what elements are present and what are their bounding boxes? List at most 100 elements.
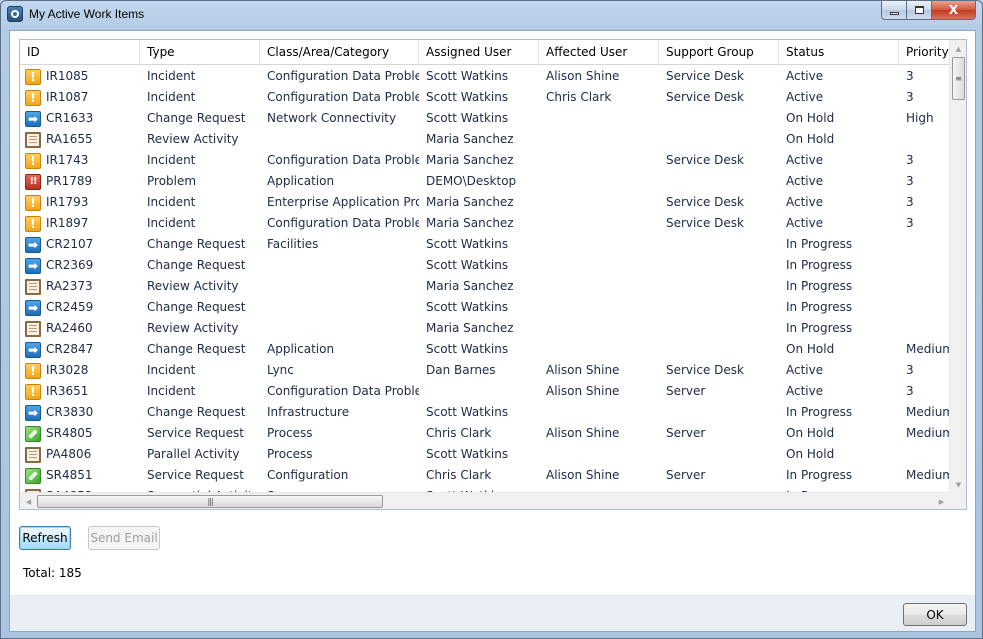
cell-assigned-user: Maria Sanchez	[426, 132, 514, 146]
column-header-priority[interactable]: Priority	[899, 40, 950, 65]
title-bar[interactable]: My Active Work Items X	[1, 1, 982, 29]
cell-priority: Medium	[906, 342, 950, 356]
cell-class: Process	[267, 447, 313, 461]
change-request-arrow-icon: ➡	[25, 110, 41, 127]
cell-type: Change Request	[147, 300, 246, 314]
cell-support-group: Service Desk	[666, 195, 744, 209]
cell-affected-user	[539, 171, 659, 192]
horizontal-scroll-thumb[interactable]: |||	[37, 495, 383, 508]
cell-affected-user	[539, 297, 659, 318]
work-item-id: CR2847	[46, 342, 94, 356]
table-row[interactable]: ! IR1087 Incident Configuration Data Proble…	[20, 87, 950, 108]
column-header-affected-user[interactable]: Affected User	[539, 40, 659, 65]
table-row[interactable]: RA1655 Review Activity Maria Sanchez On Hol…	[20, 129, 950, 150]
table-row[interactable]: ➡ CR2847 Change Request Application Scott Wa…	[20, 339, 950, 360]
column-header-status[interactable]: Status	[779, 40, 899, 65]
cell-class: Network Connectivity	[267, 111, 397, 125]
cell-type: Problem	[147, 174, 197, 188]
incident-warning-icon: !	[25, 362, 41, 379]
vertical-scrollbar[interactable]: ▲ ≡ ▼	[949, 40, 966, 493]
cell-status: In Progress	[786, 237, 853, 251]
vertical-scroll-thumb[interactable]: ≡	[952, 57, 965, 100]
cell-priority: 3	[906, 216, 914, 230]
cell-assigned-user: DEMO\Desktop	[426, 174, 517, 188]
send-email-button[interactable]: Send Email	[88, 526, 160, 550]
table-row[interactable]: ➡ CR2459 Change Request Scott Watkins In Pro…	[20, 297, 950, 318]
table-row[interactable]: ➡ CR1633 Change Request Network Connectivit…	[20, 108, 950, 129]
cell-id: ! IR1085	[20, 66, 140, 87]
cell-status: Active	[786, 69, 824, 83]
table-row[interactable]: !! PR1789 Problem Application DEMO\Desktop Ac…	[20, 171, 950, 192]
cell-assigned-user: Chris Clark	[426, 426, 492, 440]
table-row[interactable]: ➡ CR2107 Change Request Facilities Scott Wat…	[20, 234, 950, 255]
table-row[interactable]: RA2373 Review Activity Maria Sanchez In Pro…	[20, 276, 950, 297]
table-row[interactable]: ! IR3651 Incident Configuration Data Proble…	[20, 381, 950, 402]
minimize-button[interactable]	[881, 1, 907, 20]
scroll-right-arrow-icon[interactable]: ▶	[933, 493, 950, 509]
maximize-button[interactable]	[907, 1, 932, 20]
cell-status: Active	[786, 195, 824, 209]
table-row[interactable]: ➡ CR2369 Change Request Scott Watkins In Pro…	[20, 255, 950, 276]
table-row[interactable]: SR4851 Service Request Configuration Chris …	[20, 465, 950, 486]
column-header-support-group[interactable]: Support Group	[659, 40, 779, 65]
cell-type: Incident	[147, 195, 196, 209]
cell-priority	[899, 276, 950, 297]
ok-button[interactable]: OK	[903, 603, 967, 626]
column-header-assigned-user[interactable]: Assigned User	[419, 40, 539, 65]
cell-affected-user	[539, 150, 659, 171]
cell-affected-user	[539, 276, 659, 297]
table-row[interactable]: ! IR1085 Incident Configuration Data Proble…	[20, 66, 950, 87]
cell-assigned-user: Scott Watkins	[426, 342, 509, 356]
cell-priority	[899, 318, 950, 339]
cell-type: Review Activity	[147, 132, 239, 146]
cell-support-group: Service Desk	[666, 90, 744, 104]
cell-priority: Medium	[906, 405, 950, 419]
cell-class: Application	[267, 342, 335, 356]
column-header-type[interactable]: Type	[140, 40, 260, 65]
cell-id: ➡ CR2459	[20, 297, 140, 318]
cell-id: ➡ CR2369	[20, 255, 140, 276]
cell-id: ➡ CR2847	[20, 339, 140, 360]
table-row[interactable]: ! IR1743 Incident Configuration Data Proble…	[20, 150, 950, 171]
incident-warning-icon: !	[25, 383, 41, 400]
incident-warning-icon: !	[25, 68, 41, 85]
scroll-left-arrow-icon[interactable]: ◀	[20, 493, 37, 509]
table-row[interactable]: ➡ CR3830 Change Request Infrastructure Scott…	[20, 402, 950, 423]
refresh-button[interactable]: Refresh	[19, 526, 71, 550]
change-request-arrow-icon: ➡	[25, 299, 41, 316]
work-item-id: PR1789	[46, 174, 93, 188]
close-button[interactable]: X	[932, 1, 976, 20]
change-request-arrow-icon: ➡	[25, 341, 41, 358]
column-header-id[interactable]: ID	[20, 40, 140, 65]
scroll-down-arrow-icon[interactable]: ▼	[950, 476, 966, 493]
work-item-id: SR4805	[46, 426, 93, 440]
cell-status: On Hold	[786, 132, 835, 146]
cell-status: Active	[786, 363, 824, 377]
table-row[interactable]: ! IR1897 Incident Configuration Data Proble…	[20, 213, 950, 234]
table-row[interactable]: ! IR1793 Incident Enterprise Application Pr…	[20, 192, 950, 213]
cell-support-group: Server	[666, 468, 706, 482]
cell-priority: 3	[906, 90, 914, 104]
cell-priority	[899, 129, 950, 150]
table-row[interactable]: RA2460 Review Activity Maria Sanchez In Pro…	[20, 318, 950, 339]
cell-affected-user	[539, 402, 659, 423]
horizontal-scrollbar[interactable]: ◀ ||| ▶	[20, 492, 950, 509]
grid-rows: ! IR1085 Incident Configuration Data Proble…	[20, 66, 950, 493]
cell-support-group	[659, 171, 779, 192]
cell-support-group	[659, 234, 779, 255]
scroll-up-arrow-icon[interactable]: ▲	[950, 40, 966, 57]
cell-status: Active	[786, 153, 824, 167]
cell-type: Service Request	[147, 426, 244, 440]
cell-id: ! IR1743	[20, 150, 140, 171]
cell-assigned-user: Maria Sanchez	[426, 153, 514, 167]
table-row[interactable]: ! IR3028 Incident Lync Dan Barnes Alison Shin…	[20, 360, 950, 381]
close-icon: X	[948, 3, 959, 17]
table-row[interactable]: SR4805 Service Request Process Chris Clark A…	[20, 423, 950, 444]
column-header-class[interactable]: Class/Area/Category	[260, 40, 419, 65]
table-row[interactable]: PA4806 Parallel Activity Process Scott Watk…	[20, 444, 950, 465]
cell-id: RA2460	[20, 318, 140, 339]
cell-type: Incident	[147, 90, 196, 104]
cell-priority: 3	[906, 153, 914, 167]
cell-support-group: Server	[666, 384, 706, 398]
cell-affected-user	[539, 213, 659, 234]
